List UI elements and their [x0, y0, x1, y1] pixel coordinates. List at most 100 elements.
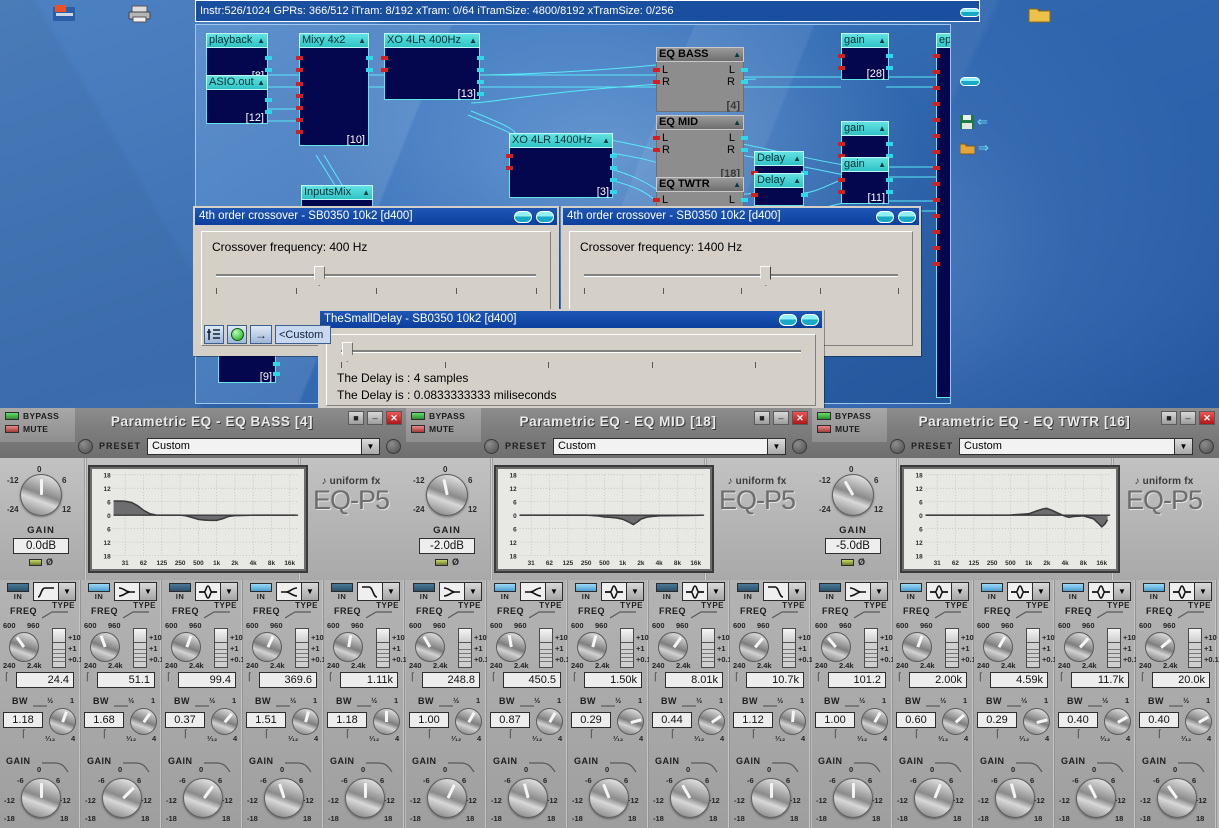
dsp-node-mixy[interactable]: Mixy 4x2 ▲ [10]	[296, 33, 373, 146]
freq-knob[interactable]	[1145, 632, 1175, 662]
arrow-left-icon[interactable]: ⇐	[977, 114, 988, 130]
maximize-button[interactable]	[536, 210, 554, 223]
collapse-arrow-icon[interactable]: ▲	[358, 33, 366, 48]
filter-high-shelf-icon[interactable]	[763, 582, 789, 601]
freq-knob[interactable]	[171, 632, 201, 662]
filter-peak-icon[interactable]	[926, 582, 952, 601]
bw-value[interactable]: 0.44	[652, 712, 692, 728]
mute-row[interactable]: MUTE	[406, 421, 481, 434]
freq-knob[interactable]	[1064, 632, 1094, 662]
band-in-button[interactable]: IN	[86, 583, 112, 601]
freq-value[interactable]: 10.7k	[746, 672, 804, 688]
band-type-selector[interactable]: ▼	[845, 582, 888, 601]
phase-invert-row[interactable]: Ø	[434, 557, 459, 567]
chevron-down-icon[interactable]: ▼	[1033, 582, 1050, 601]
collapse-arrow-icon[interactable]: ▲	[793, 173, 801, 188]
eq-response-graph[interactable]: 18 12 6 0 6 12 18 31 62 125 250 500 1k 2k 4k 8k 16k	[88, 465, 308, 573]
preset-next-knob[interactable]	[386, 438, 401, 454]
freq-knob[interactable]	[821, 632, 851, 662]
freq-multiplier-fader[interactable]	[782, 628, 796, 668]
chevron-down-icon[interactable]: ▼	[140, 582, 157, 601]
chevron-down-icon[interactable]: ▼	[1174, 438, 1192, 454]
side-toolbar[interactable]: ⇐ ⇒	[960, 8, 989, 156]
collapse-arrow-icon[interactable]: ▲	[733, 47, 741, 62]
bw-knob[interactable]	[698, 708, 725, 735]
bw-knob[interactable]	[1023, 708, 1050, 735]
preset-select[interactable]: Custom ▼	[147, 437, 380, 455]
band-in-button[interactable]: IN	[654, 583, 680, 601]
bw-value[interactable]: 0.29	[571, 712, 611, 728]
dsp-node-asio-out[interactable]: ASIO.out ▲ [12]	[206, 75, 272, 124]
band-gain-knob[interactable]	[1157, 778, 1197, 818]
preset-next-knob[interactable]	[792, 438, 807, 454]
freq-knob[interactable]	[496, 632, 526, 662]
band-gain-knob[interactable]	[751, 778, 791, 818]
band-gain-knob[interactable]	[102, 778, 142, 818]
bypass-led-icon[interactable]	[817, 412, 831, 420]
freq-multiplier-fader[interactable]	[133, 628, 147, 668]
chevron-down-icon[interactable]: ▼	[361, 438, 379, 454]
freq-multiplier-fader[interactable]	[1107, 628, 1121, 668]
chevron-down-icon[interactable]: ▼	[59, 582, 76, 601]
freq-multiplier-fader[interactable]	[701, 628, 715, 668]
bw-value[interactable]: 0.40	[1139, 712, 1179, 728]
window-titlebar[interactable]: TheSmallDelay - SB0350 10k2 [d400]	[320, 311, 822, 328]
preset-field[interactable]: <Custom	[275, 325, 331, 344]
collapse-arrow-icon[interactable]: ▲	[733, 115, 741, 130]
collapse-arrow-icon[interactable]: ▲	[602, 133, 610, 148]
eq-response-graph[interactable]: 18 12 6 0 6 12 18 31 62 125 250 500 1k 2k 4k 8k 16k	[494, 465, 714, 573]
collapse-arrow-icon[interactable]: ▲	[793, 151, 801, 166]
bw-value[interactable]: 1.18	[327, 712, 367, 728]
restore-button[interactable]: ■	[1161, 411, 1177, 425]
collapse-arrow-icon[interactable]: ▲	[257, 33, 265, 48]
fader-thumb[interactable]	[459, 629, 471, 643]
preset-select[interactable]: Custom ▼	[959, 437, 1193, 455]
band-gain-knob[interactable]	[1076, 778, 1116, 818]
fader-thumb[interactable]	[296, 629, 308, 643]
collapse-arrow-icon[interactable]: ▲	[362, 185, 370, 200]
freq-multiplier-fader[interactable]	[1188, 628, 1202, 668]
freq-multiplier-fader[interactable]	[864, 628, 878, 668]
band-type-selector[interactable]: ▼	[439, 582, 482, 601]
collapse-arrow-icon[interactable]: ▲	[469, 33, 477, 48]
band-in-button[interactable]: IN	[1060, 583, 1086, 601]
minimize-button[interactable]: –	[1180, 411, 1196, 425]
freq-value[interactable]: 51.1	[97, 672, 155, 688]
band-in-button[interactable]: IN	[411, 583, 437, 601]
collapse-arrow-icon[interactable]: ▲	[257, 75, 265, 90]
band-in-led-icon[interactable]	[250, 583, 272, 592]
band-type-selector[interactable]: ▼	[520, 582, 563, 601]
freq-knob[interactable]	[983, 632, 1013, 662]
window-controls[interactable]: ■ – ✕	[1161, 411, 1215, 425]
freq-multiplier-fader[interactable]	[52, 628, 66, 668]
chevron-down-icon[interactable]: ▼	[767, 438, 785, 454]
bw-knob[interactable]	[536, 708, 563, 735]
band-in-button[interactable]: IN	[167, 583, 193, 601]
fader-thumb[interactable]	[621, 629, 633, 643]
freq-multiplier-fader[interactable]	[620, 628, 634, 668]
freq-multiplier-fader[interactable]	[945, 628, 959, 668]
freq-value[interactable]: 24.4	[16, 672, 74, 688]
band-gain-knob[interactable]	[995, 778, 1035, 818]
band-type-selector[interactable]: ▼	[682, 582, 725, 601]
band-in-button[interactable]: IN	[5, 583, 31, 601]
phase-invert-row[interactable]: Ø	[840, 557, 865, 567]
collapse-arrow-icon[interactable]: ▲	[878, 121, 886, 136]
band-in-button[interactable]: IN	[1141, 583, 1167, 601]
chevron-down-icon[interactable]: ▼	[871, 582, 888, 601]
bypass-led-icon[interactable]	[5, 412, 19, 420]
freq-knob[interactable]	[658, 632, 688, 662]
freq-knob[interactable]	[333, 632, 363, 662]
minimize-button[interactable]: –	[367, 411, 383, 425]
minimize-button[interactable]	[514, 210, 532, 223]
bw-knob[interactable]	[455, 708, 482, 735]
preset-row[interactable]: PRESET Custom ▼	[406, 436, 812, 456]
filter-high-pass-icon[interactable]	[114, 582, 140, 601]
dsp-node-9[interactable]: [9]	[218, 355, 280, 383]
master-gain-value[interactable]: -2.0dB	[419, 538, 475, 554]
bw-knob[interactable]	[211, 708, 238, 735]
maximize-button[interactable]	[801, 313, 819, 326]
fader-thumb[interactable]	[215, 629, 227, 643]
band-in-led-icon[interactable]	[7, 583, 29, 592]
eq-response-graph[interactable]: 18 12 6 0 6 12 18 31 62 125 250 500 1k 2k 4k 8k 16k	[900, 465, 1120, 573]
